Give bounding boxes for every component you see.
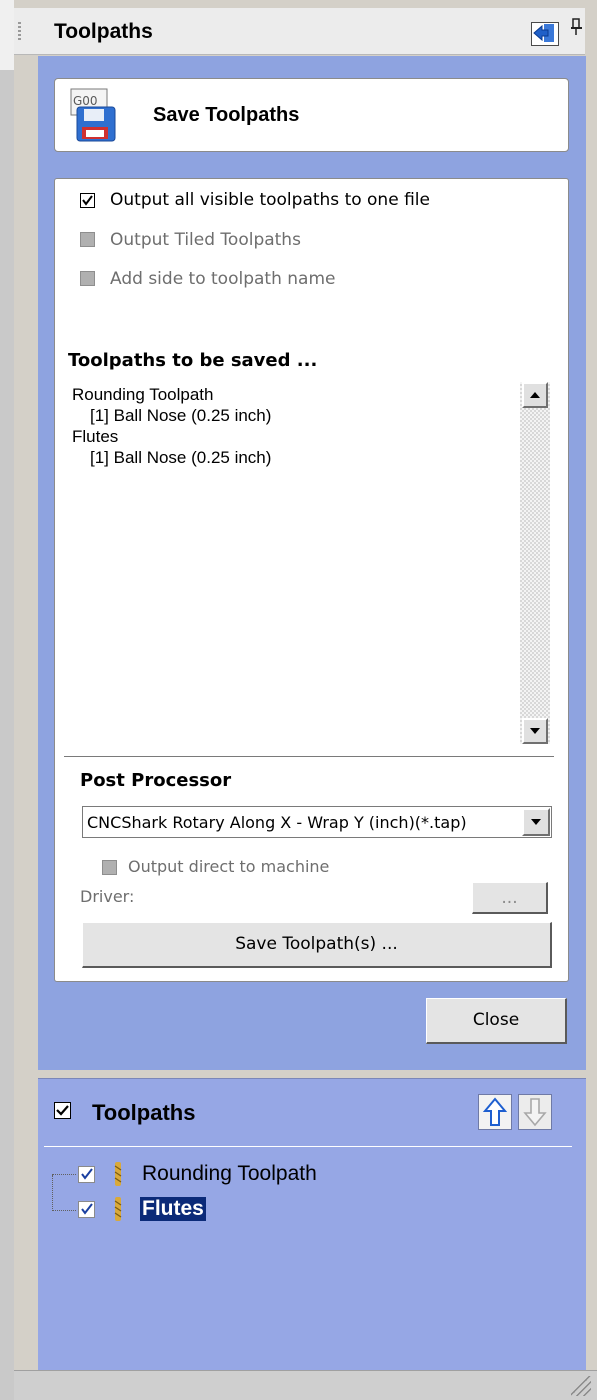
scroll-up-button[interactable] bbox=[522, 382, 548, 408]
output-direct-label: Output direct to machine bbox=[128, 857, 330, 876]
section-divider bbox=[64, 756, 554, 757]
list-scrollbar[interactable] bbox=[520, 382, 550, 744]
toolpaths-to-save-list: Rounding Toolpath [1] Ball Nose (0.25 in… bbox=[72, 384, 512, 468]
output-tiled-label: Output Tiled Toolpaths bbox=[110, 230, 301, 250]
add-side-checkbox[interactable] bbox=[80, 271, 95, 286]
pin-icon[interactable] bbox=[570, 18, 584, 41]
save-toolpaths-title: Save Toolpaths bbox=[153, 104, 300, 126]
list-item: Rounding Toolpath bbox=[72, 385, 214, 404]
output-all-visible-checkbox[interactable] bbox=[80, 193, 95, 208]
move-down-icon bbox=[523, 1098, 547, 1127]
title-bar: Toolpaths bbox=[14, 8, 585, 55]
chevron-down-icon bbox=[531, 819, 541, 825]
floppy-disk-icon: G00 bbox=[69, 87, 117, 143]
svg-text:G00: G00 bbox=[73, 94, 98, 108]
list-item-tool: [1] Ball Nose (0.25 inch) bbox=[90, 448, 272, 467]
tree-item-flutes[interactable]: Flutes bbox=[140, 1197, 206, 1221]
output-all-visible-label: Output all visible toolpaths to one file bbox=[110, 190, 430, 210]
close-button[interactable]: Close bbox=[426, 998, 567, 1044]
drill-bit-icon bbox=[114, 1162, 122, 1186]
dock-icon[interactable] bbox=[531, 22, 559, 46]
post-processor-value: CNCShark Rotary Along X - Wrap Y (inch)(… bbox=[87, 813, 467, 832]
driver-browse-button[interactable]: ... bbox=[472, 882, 548, 914]
save-toolpaths-button[interactable]: Save Toolpath(s) ... bbox=[82, 922, 552, 968]
driver-label: Driver: bbox=[80, 887, 135, 906]
move-up-button[interactable] bbox=[478, 1094, 512, 1130]
grip-icon[interactable] bbox=[18, 22, 21, 42]
chevron-down-icon bbox=[530, 728, 540, 734]
tree-connector bbox=[52, 1210, 76, 1212]
dropdown-button[interactable] bbox=[522, 808, 550, 836]
save-toolpaths-header: G00 Save Toolpaths bbox=[54, 78, 569, 152]
tree-item-checkbox[interactable] bbox=[78, 1201, 95, 1218]
drill-bit-icon bbox=[114, 1197, 122, 1221]
tree-separator bbox=[44, 1146, 572, 1147]
tree-item-rounding-toolpath[interactable]: Rounding Toolpath bbox=[142, 1162, 317, 1186]
list-item-tool: [1] Ball Nose (0.25 inch) bbox=[90, 406, 272, 425]
scroll-down-button[interactable] bbox=[522, 718, 548, 744]
post-processor-select[interactable]: CNCShark Rotary Along X - Wrap Y (inch)(… bbox=[82, 806, 552, 838]
output-direct-checkbox[interactable] bbox=[102, 860, 117, 875]
size-grip-icon[interactable] bbox=[571, 1376, 591, 1396]
move-down-button[interactable] bbox=[518, 1094, 552, 1130]
left-edge bbox=[0, 0, 14, 70]
chevron-up-icon bbox=[530, 392, 540, 398]
move-up-icon bbox=[482, 1097, 508, 1126]
list-item: Flutes bbox=[72, 427, 119, 446]
toolpaths-to-save-heading: Toolpaths to be saved ... bbox=[68, 350, 318, 371]
add-side-label: Add side to toolpath name bbox=[110, 269, 336, 289]
window-title: Toolpaths bbox=[54, 20, 153, 43]
toolpaths-tree-title: Toolpaths bbox=[92, 1100, 196, 1125]
post-processor-heading: Post Processor bbox=[80, 770, 232, 791]
toolpaths-all-checkbox[interactable] bbox=[54, 1102, 71, 1119]
tree-connector bbox=[52, 1174, 76, 1176]
output-tiled-checkbox[interactable] bbox=[80, 232, 95, 247]
tree-item-checkbox[interactable] bbox=[78, 1166, 95, 1183]
tree-connector bbox=[52, 1175, 54, 1211]
status-bar bbox=[14, 1370, 597, 1400]
